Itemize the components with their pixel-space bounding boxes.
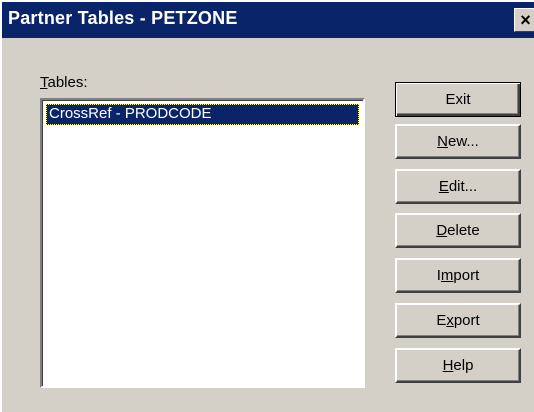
partner-tables-dialog: Partner Tables - PETZONE × Tables: Cross… <box>0 0 534 412</box>
help-button[interactable]: Help <box>395 348 521 383</box>
close-button[interactable]: × <box>514 8 534 32</box>
exit-button[interactable]: Exit <box>395 82 521 117</box>
window-title: Partner Tables - PETZONE <box>8 8 238 28</box>
list-item-crossref-prodcode[interactable]: CrossRef - PRODCODE <box>46 104 359 125</box>
new-button[interactable]: New... <box>395 124 521 159</box>
delete-button[interactable]: Delete <box>395 213 521 248</box>
import-button[interactable]: Import <box>395 258 521 293</box>
close-icon: × <box>520 10 531 30</box>
export-button[interactable]: Export <box>395 303 521 338</box>
edit-button[interactable]: Edit... <box>395 169 521 204</box>
title-bar[interactable]: Partner Tables - PETZONE <box>2 2 534 38</box>
tables-listbox[interactable]: CrossRef - PRODCODE <box>40 98 365 388</box>
tables-label: Tables: <box>40 74 88 91</box>
